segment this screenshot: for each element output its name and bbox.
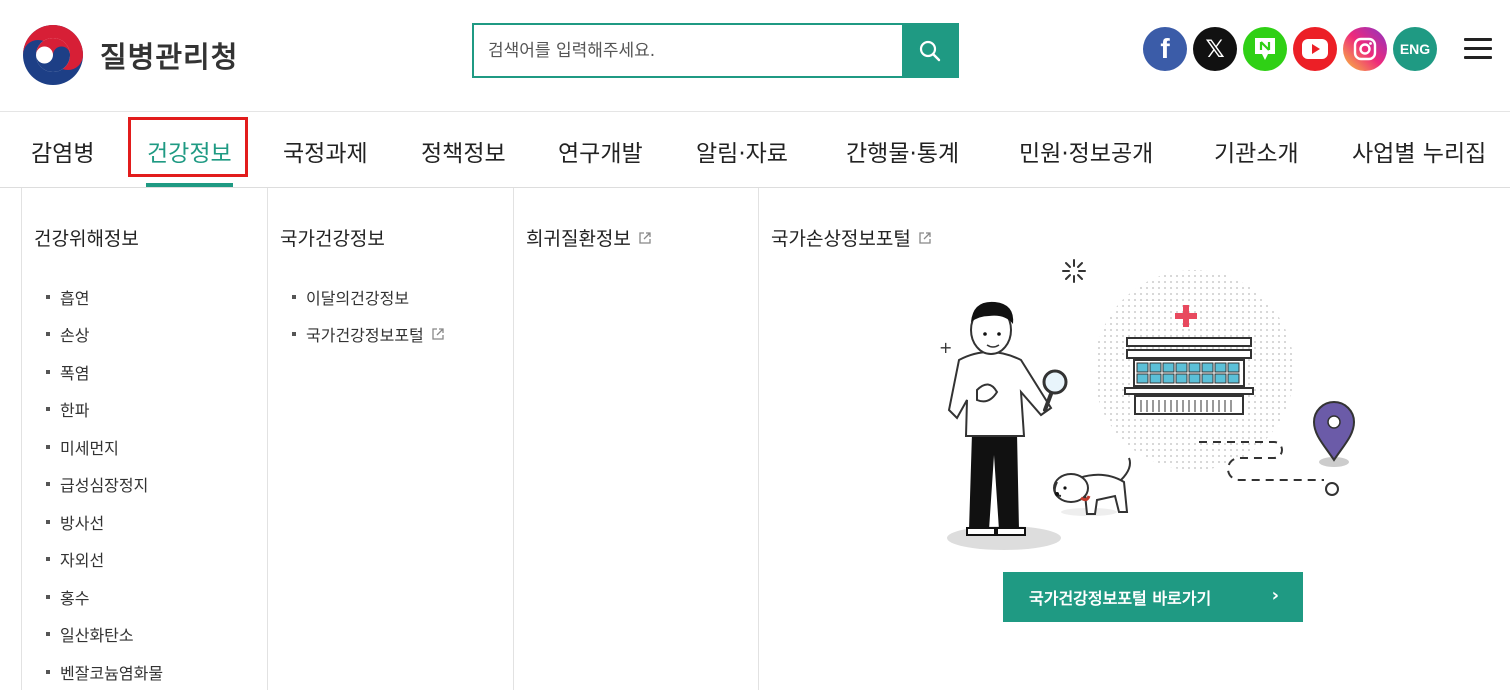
sub-item-label: 흡연 (60, 288, 90, 308)
gnb-item-health-info[interactable]: 건강정보 (147, 134, 232, 168)
sub-item-fine-dust[interactable]: 미세먼지 (46, 428, 163, 466)
sub-item-label: 홍수 (60, 588, 90, 608)
sub-item-label: 손상 (60, 326, 90, 346)
x-icon[interactable]: 𝕏 (1193, 27, 1237, 71)
sub-item-radiation[interactable]: 방사선 (46, 503, 163, 541)
bullet (46, 444, 50, 449)
bullet (292, 294, 296, 299)
social-links: f 𝕏 ENG (1143, 27, 1437, 71)
sub-item-flood[interactable]: 홍수 (46, 578, 163, 616)
bullet (46, 669, 50, 674)
gnb-item-news-data[interactable]: 알림·자료 (696, 134, 788, 168)
go-to-health-portal-button[interactable]: 국가건강정보포털 바로가기 › (1003, 572, 1303, 622)
sub-item-label: 폭염 (60, 363, 90, 383)
header: 질병관리청 f 𝕏 (0, 0, 1510, 112)
external-link-icon (432, 328, 444, 340)
sub-item-label: 방사선 (60, 513, 105, 533)
column-title[interactable]: 건강위해정보 (34, 224, 139, 251)
site-logo[interactable]: 질병관리청 (22, 24, 238, 86)
sub-item-health-portal[interactable]: 국가건강정보포털 (292, 316, 445, 354)
youtube-glyph-icon (1302, 39, 1328, 59)
search-input[interactable] (474, 25, 902, 76)
eng-label: ENG (1399, 41, 1431, 57)
gnb-item-project-sites[interactable]: 사업별 누리집 (1352, 134, 1486, 168)
taegeuk-logo-icon (23, 25, 83, 85)
sub-item-benzalkonium[interactable]: 벤잘코늄염화물 (46, 653, 163, 690)
naver-blog-icon[interactable] (1243, 27, 1287, 71)
bullet (46, 557, 50, 562)
sub-menu-list: 흡연 손상 폭염 한파 미세먼지 급성심장정지 방사선 자외선 홍수 일산화탄소… (46, 278, 163, 690)
search-icon (919, 40, 940, 61)
column-title: 국가손상정보포털 (771, 228, 911, 250)
sub-item-cardiac-arrest[interactable]: 급성심장정지 (46, 466, 163, 504)
bullet (46, 407, 50, 412)
sub-item-monthly-health[interactable]: 이달의건강정보 (292, 278, 445, 316)
sub-item-label: 자외선 (60, 551, 105, 571)
sub-item-label: 미세먼지 (60, 438, 119, 458)
sub-item-label: 이달의건강정보 (306, 288, 410, 308)
logo-text: 질병관리청 (100, 40, 239, 74)
column-title: 희귀질환정보 (526, 228, 631, 250)
bullet (46, 482, 50, 487)
bullet (46, 632, 50, 637)
gnb-item-research[interactable]: 연구개발 (558, 134, 643, 168)
menu-column-health-hazard: 건강위해정보 흡연 손상 폭염 한파 미세먼지 급성심장정지 방사선 자외선 홍… (21, 188, 267, 690)
column-title-link[interactable]: 희귀질환정보 (526, 224, 652, 251)
youtube-icon[interactable] (1293, 27, 1337, 71)
cta-label: 국가건강정보포털 바로가기 (1029, 589, 1212, 608)
x-label: 𝕏 (1205, 35, 1225, 63)
blog-glyph-icon (1255, 38, 1275, 60)
sub-item-uv[interactable]: 자외선 (46, 541, 163, 579)
search-box (472, 23, 959, 78)
english-site-button[interactable]: ENG (1393, 27, 1437, 71)
column-title[interactable]: 국가건강정보 (280, 224, 385, 251)
hamburger-menu-icon[interactable] (1464, 38, 1492, 62)
bullet (46, 294, 50, 299)
bullet (46, 594, 50, 599)
sub-item-label: 국가건강정보포털 (306, 326, 424, 346)
sub-item-smoking[interactable]: 흡연 (46, 278, 163, 316)
chevron-right-icon: › (1271, 585, 1279, 606)
main-navigation: 감염병 건강정보 국정과제 정책정보 연구개발 알림·자료 간행물·통계 민원·… (0, 112, 1510, 188)
search-button[interactable] (902, 25, 957, 76)
menu-column-injury-portal: 국가손상정보포털 + 국가건강정보포털 바로가기 › (758, 188, 1510, 690)
bullet (46, 369, 50, 374)
mega-menu-panel: 건강위해정보 흡연 손상 폭염 한파 미세먼지 급성심장정지 방사선 자외선 홍… (0, 188, 1510, 690)
gnb-item-civil-disclosure[interactable]: 민원·정보공개 (1019, 134, 1153, 168)
menu-column-national-health: 국가건강정보 이달의건강정보 국가건강정보포털 (267, 188, 513, 690)
instagram-glyph-icon (1353, 37, 1377, 61)
facebook-label: f (1160, 33, 1170, 64)
external-link-icon (639, 231, 651, 244)
sub-item-label: 벤잘코늄염화물 (60, 663, 164, 683)
sub-menu-list: 이달의건강정보 국가건강정보포털 (292, 278, 445, 353)
sub-item-cold-wave[interactable]: 한파 (46, 391, 163, 429)
sub-item-heatwave[interactable]: 폭염 (46, 353, 163, 391)
sub-item-carbon-monoxide[interactable]: 일산화탄소 (46, 616, 163, 654)
bullet (292, 332, 296, 337)
gnb-item-infectious-disease[interactable]: 감염병 (31, 134, 94, 168)
sub-item-injury[interactable]: 손상 (46, 316, 163, 354)
facebook-icon[interactable]: f (1143, 27, 1187, 71)
gnb-item-about[interactable]: 기관소개 (1214, 134, 1299, 168)
menu-column-rare-disease: 희귀질환정보 (513, 188, 758, 690)
bullet (46, 519, 50, 524)
sub-item-label: 일산화탄소 (60, 626, 134, 646)
gnb-item-policy-info[interactable]: 정책정보 (421, 134, 506, 168)
column-title-link[interactable]: 국가손상정보포털 (771, 224, 932, 251)
health-portal-illustration: + (939, 259, 1356, 550)
active-menu-underline (146, 183, 233, 187)
sub-item-label: 한파 (60, 401, 90, 421)
instagram-icon[interactable] (1343, 27, 1387, 71)
gnb-item-publications-stats[interactable]: 간행물·통계 (846, 134, 959, 168)
gnb-item-national-tasks[interactable]: 국정과제 (283, 134, 368, 168)
svg-text:+: + (939, 338, 952, 357)
sub-item-label: 급성심장정지 (60, 476, 149, 496)
external-link-icon (919, 231, 931, 244)
bullet (46, 332, 50, 337)
